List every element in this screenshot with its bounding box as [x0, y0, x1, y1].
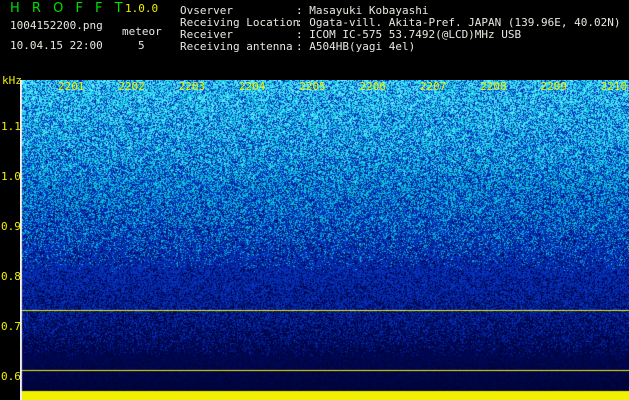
- y-tick-label: 1.1: [1, 120, 21, 133]
- time-label: 2202: [118, 80, 145, 93]
- time-label: 2203: [178, 80, 206, 93]
- time-label: 2205: [299, 80, 326, 93]
- time-label: 2208: [480, 80, 507, 93]
- y-tick-label: 0.7: [1, 320, 21, 333]
- time-label: 2207: [419, 80, 447, 93]
- time-label: 2210: [600, 80, 628, 93]
- app-title: H R O F F T: [10, 1, 127, 16]
- file-name: 1004152200.png: [10, 19, 103, 32]
- y-tick-label: 0.6: [1, 370, 21, 383]
- app-version: 1.0.0: [125, 2, 159, 15]
- time-label: 2204: [238, 80, 266, 93]
- time-label: 2201: [58, 80, 85, 93]
- time-label: 2206: [359, 80, 387, 93]
- meteor-count: 5: [138, 39, 145, 52]
- spectrogram-heatmap: [20, 80, 629, 400]
- y-tick-label: 0.9: [1, 220, 21, 233]
- date-time: 10.04.15 22:00: [10, 39, 103, 52]
- antenna-key: Receiving antenna: [180, 40, 293, 53]
- antenna-value: : A504HB(yagi 4el): [296, 40, 416, 53]
- meteor-label: meteor: [122, 25, 162, 38]
- y-tick-label: 1.0: [1, 170, 21, 183]
- time-label: 2209: [540, 80, 567, 93]
- y-tick-label: 0.8: [1, 270, 21, 283]
- y-axis-label: kHz: [2, 74, 22, 87]
